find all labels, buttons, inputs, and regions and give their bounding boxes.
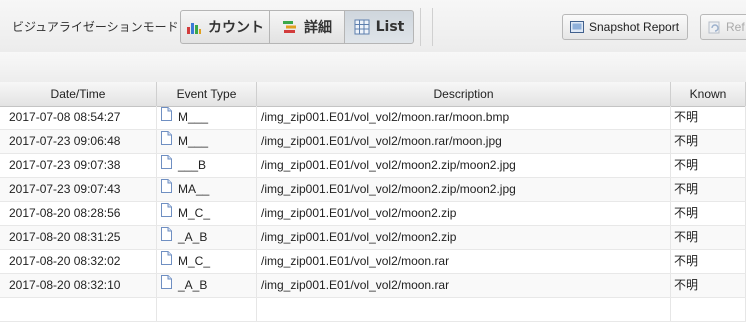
cell-description: /img_zip001.E01/vol_vol2/moon.rar/moon.j… xyxy=(257,130,671,153)
cell-known: 不明 xyxy=(671,178,746,201)
empty-row xyxy=(0,298,746,322)
column-header-known[interactable]: Known xyxy=(671,82,746,106)
column-header-description[interactable]: Description xyxy=(257,82,671,106)
event-type-text: M_C_ xyxy=(178,206,211,220)
cell-event-type: MA__ xyxy=(157,178,257,201)
visualization-mode-label: ビジュアライゼーションモード： xyxy=(12,20,191,34)
column-header-event-type[interactable]: Event Type xyxy=(157,82,257,106)
refresh-icon xyxy=(708,21,720,33)
refresh-label: Ref xyxy=(726,20,745,34)
cell-datetime: 2017-08-20 08:32:10 xyxy=(0,274,157,297)
cell-known: 不明 xyxy=(671,250,746,273)
event-list-table: Date/Time Event Type Description Known 2… xyxy=(0,82,746,326)
event-type-text: M_C_ xyxy=(178,254,211,268)
table-header: Date/Time Event Type Description Known xyxy=(0,82,746,107)
cell-known: 不明 xyxy=(671,106,746,129)
table-row[interactable]: 2017-08-20 08:32:10 _A_B/img_zip001.E01/v… xyxy=(0,274,746,298)
table-row[interactable]: 2017-07-23 09:07:43 MA__ /img_zip001.E01/v… xyxy=(0,178,746,202)
file-icon xyxy=(161,154,172,177)
cell-description: /img_zip001.E01/vol_vol2/moon2.zip/moon2… xyxy=(257,178,671,201)
mode-details-label: 詳細 xyxy=(304,20,332,36)
mode-count-label: カウント xyxy=(208,20,264,36)
file-icon xyxy=(161,130,172,153)
snapshot-icon xyxy=(570,21,584,33)
refresh-button[interactable]: Ref xyxy=(700,14,746,40)
event-type-text: M___ xyxy=(178,110,209,124)
file-icon xyxy=(161,226,172,249)
table-row[interactable]: 2017-07-23 09:07:38 ___B/img_zip001.E01/v… xyxy=(0,154,746,178)
file-icon xyxy=(161,106,172,129)
cell-event-type: M___ xyxy=(157,130,257,153)
cell-event-type: _A_B xyxy=(157,226,257,249)
column-header-datetime[interactable]: Date/Time xyxy=(0,82,157,106)
file-icon xyxy=(161,178,172,201)
table-row[interactable]: 2017-07-23 09:06:48 M___ /img_zip001.E01/v… xyxy=(0,130,746,154)
cell-datetime: 2017-07-08 08:54:27 xyxy=(0,106,157,129)
cell-description: /img_zip001.E01/vol_vol2/moon.rar/moon.b… xyxy=(257,106,671,129)
empty-cell xyxy=(257,298,671,321)
event-type-text: _A_B xyxy=(178,278,208,292)
toolbar-divider xyxy=(420,8,421,46)
table-body: 2017-07-08 08:54:27 M___ /img_zip001.E01/v… xyxy=(0,106,746,322)
visualization-toolbar: ビジュアライゼーションモード： カウント 詳細 List Snapshot Re… xyxy=(0,0,746,52)
cell-description: /img_zip001.E01/vol_vol2/moon2.zip xyxy=(257,202,671,225)
mode-list-label: List xyxy=(375,19,405,35)
mode-list-button[interactable]: List xyxy=(344,10,414,44)
cell-event-type: M_C_ xyxy=(157,202,257,225)
cell-datetime: 2017-08-20 08:32:02 xyxy=(0,250,157,273)
table-icon xyxy=(354,19,370,35)
cell-description: /img_zip001.E01/vol_vol2/moon.rar xyxy=(257,274,671,297)
cell-event-type: M___ xyxy=(157,106,257,129)
mode-count-button[interactable]: カウント xyxy=(180,10,270,44)
empty-cell xyxy=(0,298,157,321)
snapshot-report-label: Snapshot Report xyxy=(589,20,680,34)
cell-known: 不明 xyxy=(671,202,746,225)
file-icon xyxy=(161,250,172,273)
toolbar-divider xyxy=(432,8,433,46)
bar-chart-icon xyxy=(187,23,201,34)
cell-event-type: _A_B xyxy=(157,274,257,297)
details-icon xyxy=(283,21,296,33)
cell-description: /img_zip001.E01/vol_vol2/moon2.zip xyxy=(257,226,671,249)
cell-event-type: M_C_ xyxy=(157,250,257,273)
cell-datetime: 2017-07-23 09:07:38 xyxy=(0,154,157,177)
snapshot-report-button[interactable]: Snapshot Report xyxy=(562,14,688,40)
cell-datetime: 2017-08-20 08:31:25 xyxy=(0,226,157,249)
table-row[interactable]: 2017-08-20 08:28:56 M_C_ /img_zip001.E01/v… xyxy=(0,202,746,226)
table-row[interactable]: 2017-08-20 08:32:02 M_C_ /img_zip001.E01/v… xyxy=(0,250,746,274)
cell-event-type: ___B xyxy=(157,154,257,177)
table-row[interactable]: 2017-07-08 08:54:27 M___ /img_zip001.E01/v… xyxy=(0,106,746,130)
event-type-text: MA__ xyxy=(178,182,210,196)
cell-datetime: 2017-08-20 08:28:56 xyxy=(0,202,157,225)
cell-known: 不明 xyxy=(671,226,746,249)
file-icon xyxy=(161,202,172,225)
empty-cell xyxy=(157,298,257,321)
cell-datetime: 2017-07-23 09:07:43 xyxy=(0,178,157,201)
cell-known: 不明 xyxy=(671,154,746,177)
cell-known: 不明 xyxy=(671,274,746,297)
cell-description: /img_zip001.E01/vol_vol2/moon.rar xyxy=(257,250,671,273)
empty-cell xyxy=(671,298,746,321)
file-icon xyxy=(161,274,172,297)
event-type-text: _A_B xyxy=(178,230,208,244)
cell-description: /img_zip001.E01/vol_vol2/moon2.zip/moon2… xyxy=(257,154,671,177)
mode-details-button[interactable]: 詳細 xyxy=(269,10,345,44)
event-type-text: M___ xyxy=(178,134,209,148)
cell-datetime: 2017-07-23 09:06:48 xyxy=(0,130,157,153)
table-row[interactable]: 2017-08-20 08:31:25 _A_B/img_zip001.E01/v… xyxy=(0,226,746,250)
event-type-text: ___B xyxy=(178,158,207,172)
filter-strip xyxy=(0,52,746,83)
cell-known: 不明 xyxy=(671,130,746,153)
